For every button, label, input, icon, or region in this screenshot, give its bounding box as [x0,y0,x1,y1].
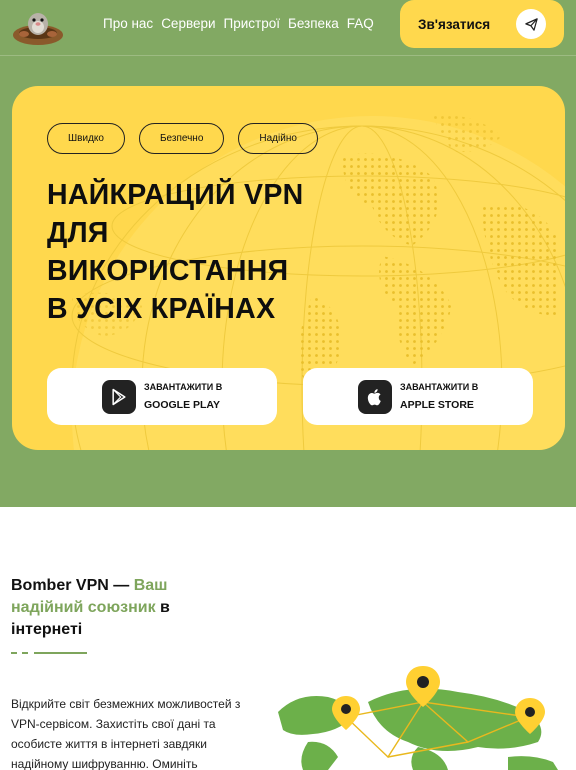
hero-title-line: ДЛЯ [47,217,109,249]
apple-store-button[interactable]: ЗАВАНТАЖИТИ В APPLE STORE [303,368,533,425]
contact-button-label: Зв'язатися [418,16,491,32]
telegram-send-icon [516,9,546,39]
hero-title-line: В УСІХ КРАЇНАХ [47,293,276,325]
google-play-icon [102,380,136,414]
about-description: Відкрийте світ безмежних можливостей з V… [11,697,241,770]
pill-reliable: Надійно [238,123,318,154]
google-play-button[interactable]: ЗАВАНТАЖИТИ В GOOGLE PLAY [47,368,277,425]
apple-store-line2: APPLE STORE [400,399,474,411]
site-header: Про нас Сервери Пристрої Безпека FAQ Зв'… [0,0,576,56]
hero-card: Швидко Безпечно Надійно НАЙКРАЩИЙ VPN ДЛ… [12,86,565,450]
hero-title-line: ВИКОРИСТАННЯ [47,255,289,287]
contact-button[interactable]: Зв'язатися [400,0,564,48]
about-title: Bomber VPN — Ваш надійний союзник в інте… [11,575,201,641]
apple-icon [358,380,392,414]
nav-link-security[interactable]: Безпека [288,16,339,31]
pill-secure: Безпечно [138,123,225,154]
google-play-line1: ЗАВАНТАЖИТИ В [144,382,223,392]
pill-fast: Швидко [47,123,125,154]
mole-logo-icon[interactable] [12,4,64,46]
hero-title: НАЙКРАЩИЙ VPN ДЛЯ ВИКОРИСТАННЯ В УСІХ КР… [47,176,377,328]
nav-link-about[interactable]: Про нас [103,16,153,31]
about-title-prefix: Bomber VPN — [11,577,134,594]
nav-link-faq[interactable]: FAQ [347,16,374,31]
hero-title-line: НАЙКРАЩИЙ VPN [47,179,304,211]
world-map-illustration [278,666,558,770]
nav-link-servers[interactable]: Сервери [161,16,215,31]
main-nav: Про нас Сервери Пристрої Безпека FAQ [103,16,374,31]
decorative-dashes [11,652,87,654]
nav-link-devices[interactable]: Пристрої [224,16,280,31]
apple-store-line1: ЗАВАНТАЖИТИ В [400,382,479,392]
feature-pills: Швидко Безпечно Надійно [47,123,318,154]
google-play-line2: GOOGLE PLAY [144,399,221,411]
